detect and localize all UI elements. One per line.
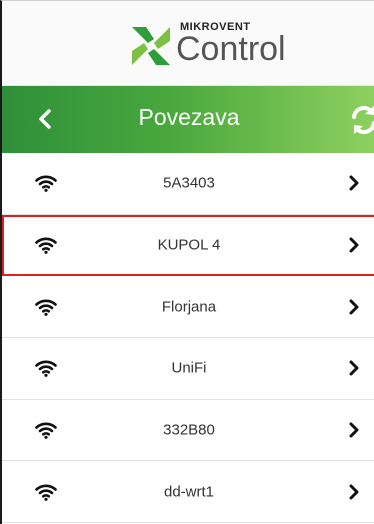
chevron-right-icon <box>349 237 359 253</box>
logo-bar: MIKROVENT Control <box>2 1 374 86</box>
network-row[interactable]: Florjana <box>2 276 374 339</box>
chevron-right-icon <box>349 422 359 438</box>
app-frame: MIKROVENT Control Povezava 5A3403 KUPOL 4… <box>0 0 374 524</box>
page-title: Povezava <box>138 104 240 130</box>
network-ssid: KUPOL 4 <box>157 236 221 254</box>
brand-title: Control <box>176 30 286 68</box>
refresh-button[interactable] <box>348 104 374 136</box>
logo: MIKROVENT Control <box>130 17 286 73</box>
chevron-right-icon <box>349 175 359 191</box>
chevron-right-icon <box>349 360 359 376</box>
refresh-icon <box>352 105 374 135</box>
network-row[interactable]: KUPOL 4 <box>2 214 374 277</box>
network-ssid: UniFi <box>171 359 207 377</box>
network-list: 5A3403 KUPOL 4 Florjana UniFi 332B80 dd-wrt1 <box>2 153 374 524</box>
chevron-right-icon <box>349 299 359 315</box>
network-ssid: Florjana <box>161 298 217 316</box>
network-row[interactable]: UniFi <box>2 338 374 400</box>
header-bar: Povezava <box>2 86 374 153</box>
mikrovent-logo-icon <box>132 27 170 65</box>
network-ssid: 332B80 <box>163 421 215 439</box>
network-row[interactable]: 332B80 <box>2 400 374 462</box>
network-ssid: dd-wrt1 <box>163 483 215 501</box>
network-row[interactable]: dd-wrt1 <box>2 461 374 524</box>
network-row[interactable]: 5A3403 <box>2 153 374 215</box>
chevron-right-icon <box>349 484 359 500</box>
network-ssid: 5A3403 <box>163 174 215 192</box>
